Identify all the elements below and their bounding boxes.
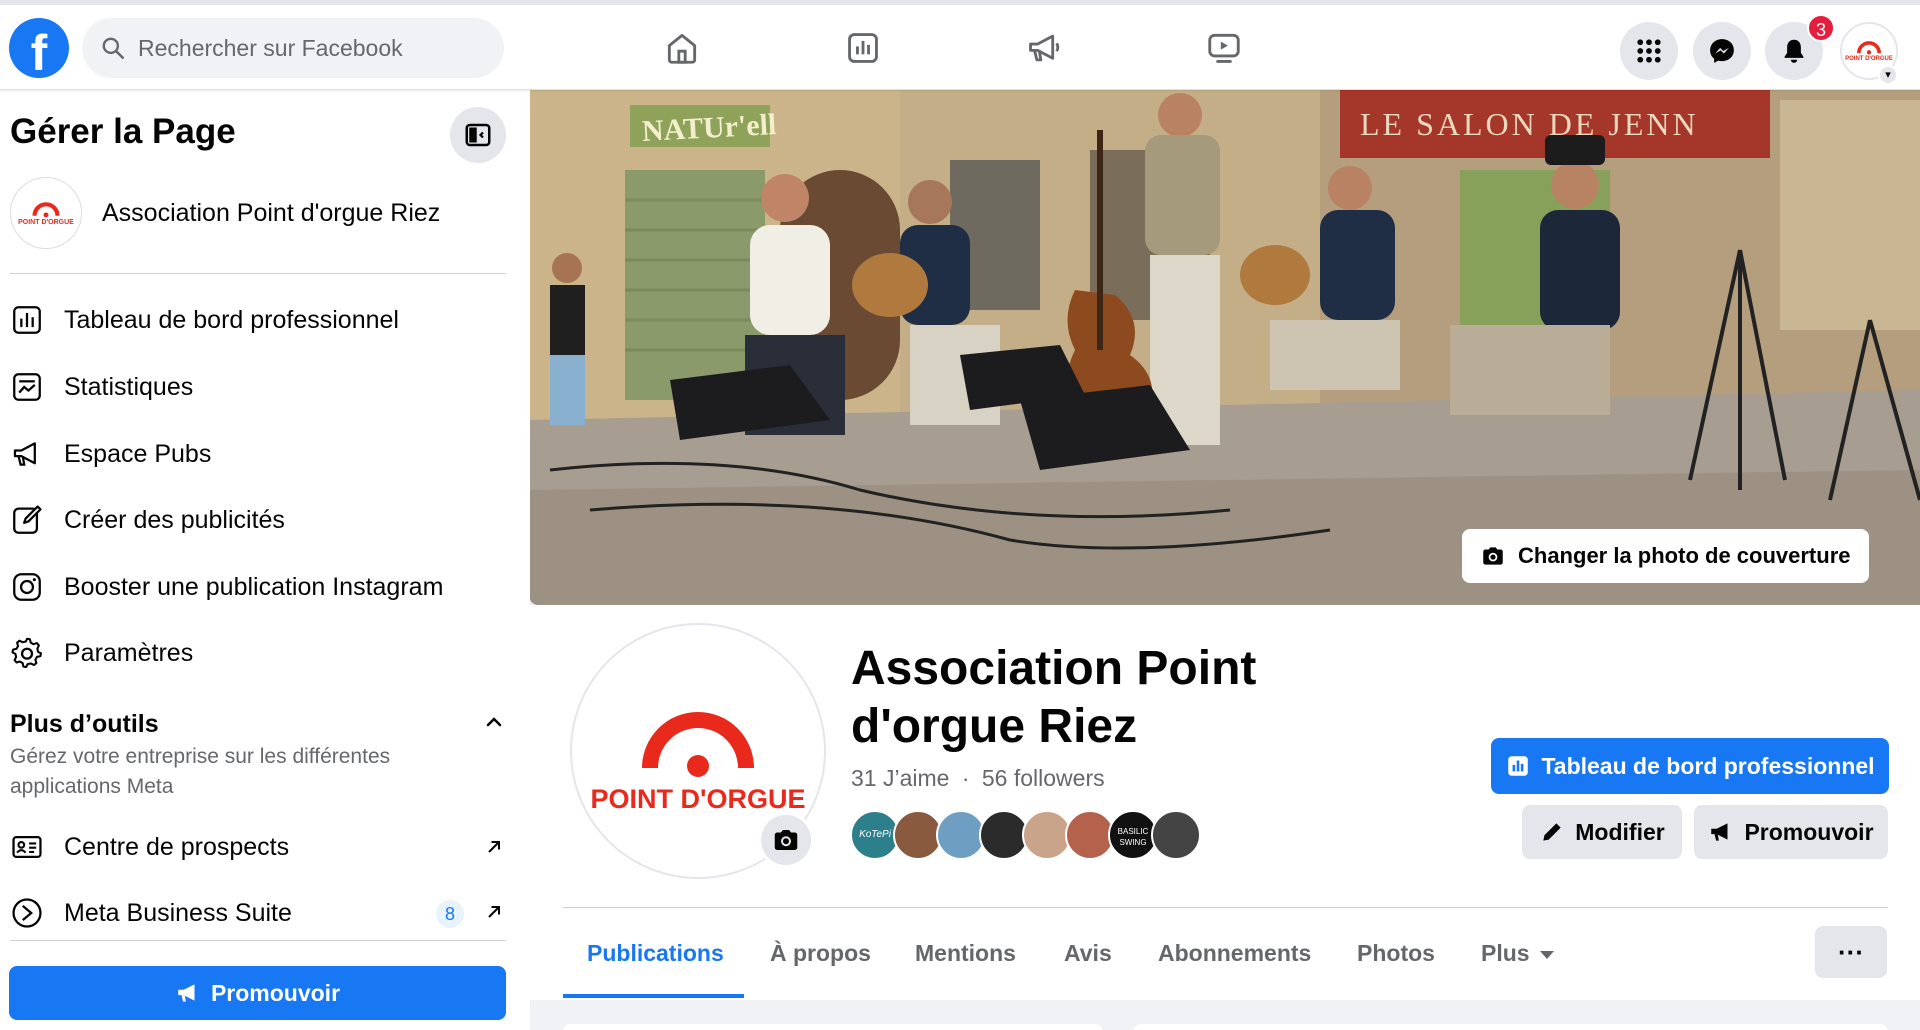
camera-icon[interactable]	[758, 812, 814, 868]
point-dorgue-logo-icon	[642, 711, 754, 777]
camera-icon	[1483, 547, 1503, 565]
megaphone-icon[interactable]	[1023, 27, 1065, 69]
point-dorgue-logo-icon	[1857, 41, 1881, 55]
sidebar-item-label: Booster une publication Instagram	[64, 572, 444, 601]
active-tab-indicator	[563, 994, 744, 998]
sidebar-divider	[10, 940, 506, 941]
tab-about[interactable]: À propos	[770, 940, 871, 967]
sidebar-item-label: Statistiques	[64, 372, 194, 401]
promote-label: Promouvoir	[210, 979, 341, 1006]
notification-count-badge: 8	[436, 900, 464, 928]
facebook-logo[interactable]: f	[9, 18, 69, 78]
megaphone-icon	[1711, 823, 1728, 841]
left-card	[563, 1024, 1103, 1030]
sidebar-item-label: Espace Pubs	[64, 439, 212, 468]
page-name[interactable]: Association Point d'orgue Riez	[102, 199, 440, 228]
instagram-icon	[13, 573, 41, 601]
stats-separator: ·	[961, 765, 970, 791]
tab-photos[interactable]: Photos	[1357, 940, 1435, 967]
sidebar-promote-button[interactable]: Promouvoir	[9, 966, 506, 1020]
megaphone-icon	[178, 984, 195, 1002]
professional-dashboard-button[interactable]: Tableau de bord professionnel	[1491, 738, 1889, 794]
change-cover-label: Changer la photo de couverture	[1518, 543, 1851, 568]
change-cover-photo-button[interactable]: Changer la photo de couverture	[1462, 529, 1869, 583]
cover-photo-illustration: NATUr'ell LE SALON DE JENN	[530, 90, 1920, 605]
sidebar-item-leads-center[interactable]: Centre de prospects	[10, 822, 510, 872]
more-tools-heading[interactable]: Plus d’outils	[10, 710, 159, 739]
messenger-icon[interactable]	[1693, 22, 1751, 80]
sidebar-item-insights[interactable]: Statistiques	[10, 362, 510, 412]
notification-count-badge: 3	[1807, 14, 1835, 42]
sidebar-item-create-ads[interactable]: Créer des publicités	[10, 495, 510, 545]
external-link-icon	[488, 841, 500, 853]
sidebar-item-label: Centre de prospects	[64, 832, 290, 861]
search-box[interactable]	[82, 18, 504, 78]
insights-icon	[13, 373, 41, 401]
more-options-button[interactable]: ···	[1815, 926, 1887, 978]
tab-mentions[interactable]: Mentions	[915, 940, 1016, 967]
avatar-logo-text: POINT D'ORGUE	[1845, 56, 1893, 62]
likes-count[interactable]: 31 J’aime	[851, 765, 949, 791]
sidebar-title: Gérer la Page	[10, 112, 236, 151]
home-icon[interactable]	[661, 27, 703, 69]
megaphone-icon	[13, 442, 36, 466]
watch-icon[interactable]	[1203, 27, 1245, 69]
sidebar-toggle-icon[interactable]	[450, 107, 506, 163]
sidebar-item-label: Tableau de bord professionnel	[64, 305, 399, 334]
avatar[interactable]	[1151, 810, 1201, 860]
sidebar-item-label: Créer des publicités	[64, 505, 285, 534]
pencil-icon	[1543, 823, 1561, 841]
tab-reviews[interactable]: Avis	[1064, 940, 1112, 967]
cover-photo[interactable]: NATUr'ell LE SALON DE JENN	[530, 90, 1920, 605]
caret-down-icon	[1539, 950, 1554, 959]
page-title: Association Point d'orgue Riez	[851, 642, 1257, 753]
tab-subscriptions[interactable]: Abonnements	[1158, 940, 1311, 967]
more-tools-description: Gérez votre entreprise sur les différent…	[10, 745, 391, 798]
id-card-icon	[12, 835, 42, 859]
sidebar-item-label: Paramètres	[64, 638, 194, 667]
followers-count[interactable]: 56 followers	[982, 765, 1105, 791]
promote-button[interactable]: Promouvoir	[1694, 805, 1888, 859]
apps-grid-icon[interactable]	[1620, 22, 1678, 80]
page-stats: 31 J’aime · 56 followers	[851, 765, 1105, 792]
dashboard-icon	[13, 306, 41, 334]
followers-avatars: KoTePi BASILIC SWING	[850, 810, 1201, 860]
gear-icon	[11, 637, 43, 669]
sidebar-item-boost-instagram[interactable]: Booster une publication Instagram	[10, 562, 510, 612]
sidebar-item-meta-business-suite[interactable]: Meta Business Suite	[10, 888, 510, 938]
dashboard-icon	[1508, 756, 1529, 776]
cover-sign-salon: LE SALON DE JENN	[1360, 106, 1699, 142]
sidebar-item-dashboard[interactable]: Tableau de bord professionnel	[10, 295, 510, 345]
sidebar-item-label: Meta Business Suite	[64, 898, 292, 927]
chevron-up-icon[interactable]	[482, 710, 506, 734]
feed-card	[1133, 1024, 1888, 1030]
search-input[interactable]	[138, 34, 478, 62]
cover-sign-naturelle: NATUr'ell	[641, 108, 777, 148]
tab-more-label: Plus	[1481, 940, 1530, 966]
tab-more[interactable]: Plus	[1481, 940, 1554, 967]
tab-publications[interactable]: Publications	[587, 940, 724, 967]
promote-button-label: Promouvoir	[1744, 818, 1874, 845]
sidebar-item-settings[interactable]: Paramètres	[10, 628, 510, 678]
search-icon	[102, 37, 125, 60]
dashboard-icon[interactable]	[842, 27, 884, 69]
meta-suite-icon	[12, 898, 42, 928]
sidebar-item-ads-space[interactable]: Espace Pubs	[10, 429, 510, 479]
profile-logo-text: POINT D'ORGUE	[590, 783, 806, 814]
edit-button[interactable]: Modifier	[1522, 805, 1682, 859]
edit-icon	[13, 505, 42, 534]
point-dorgue-logo-icon	[32, 201, 60, 217]
page-avatar-text: POINT D'ORGUE	[18, 218, 74, 226]
dashboard-button-label: Tableau de bord professionnel	[1541, 752, 1875, 779]
edit-button-label: Modifier	[1575, 818, 1665, 845]
sidebar-divider	[10, 273, 506, 274]
page-switcher[interactable]: POINT D'ORGUE Association Point d'orgue …	[10, 177, 440, 249]
chevron-down-icon[interactable]: ▾	[1878, 65, 1898, 85]
manage-page-sidebar: Gérer la Page POINT D'ORGUE Association …	[0, 90, 530, 1030]
page-avatar: POINT D'ORGUE	[10, 177, 82, 249]
external-link-icon	[488, 906, 500, 918]
tabs-divider	[563, 907, 1888, 908]
top-navigation-bar: f 3 POINT D'ORGUE ▾	[0, 0, 1920, 90]
